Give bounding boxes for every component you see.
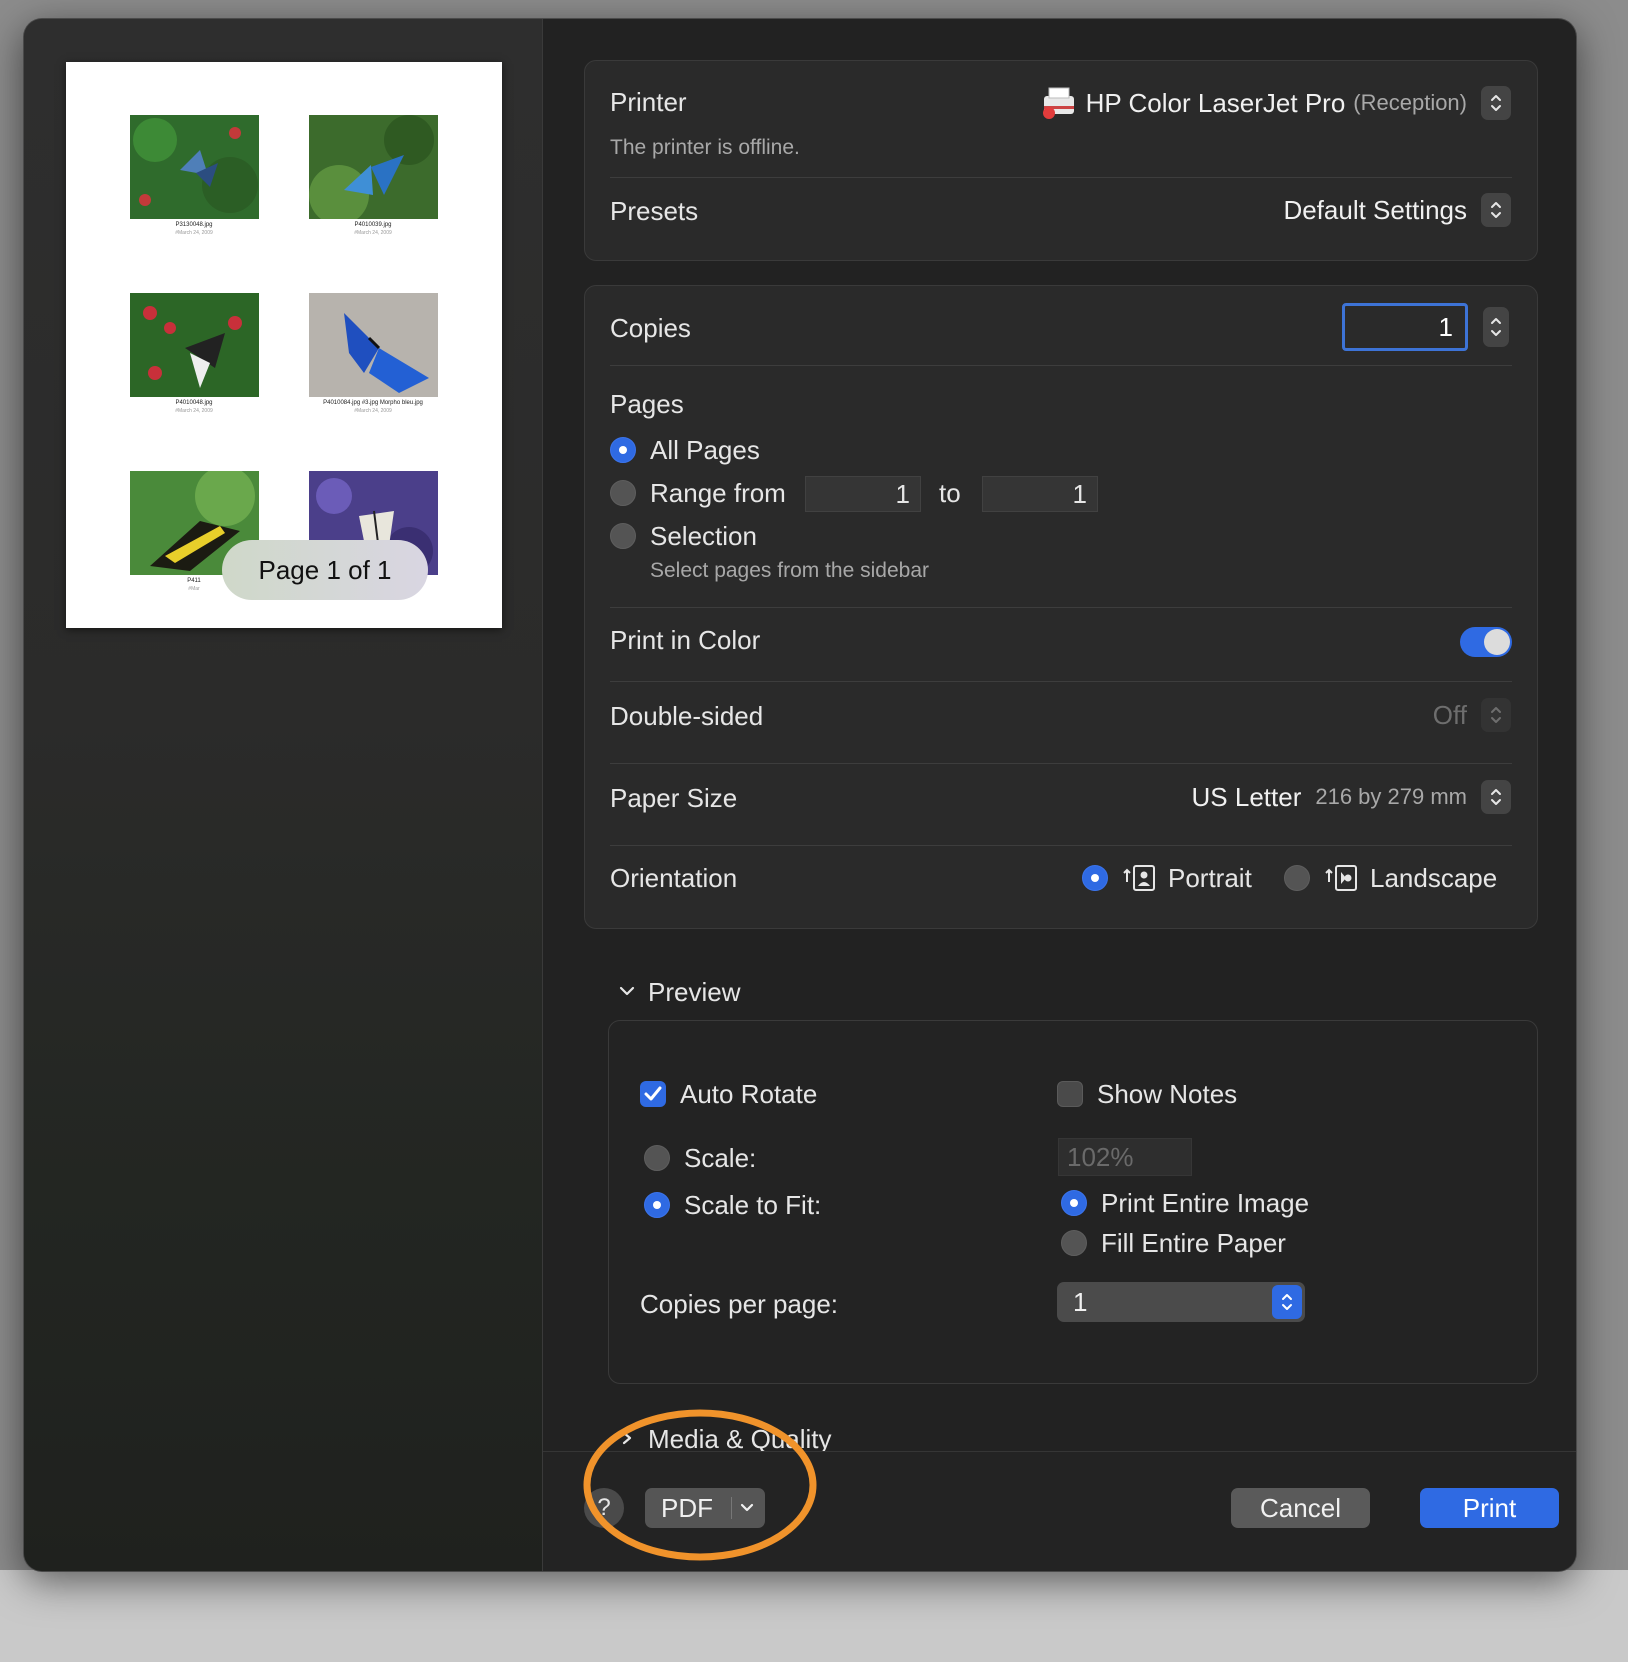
printer-label: Printer <box>610 87 687 117</box>
scale-label: Scale: <box>684 1143 757 1173</box>
range-start-field[interactable]: 1 <box>805 476 921 512</box>
chevron-updown-icon <box>1481 86 1511 120</box>
butterfly-photo-thumbnail <box>309 293 438 397</box>
thumbnail-caption: P3130048.jpg <box>175 222 213 228</box>
selection-radio[interactable] <box>610 523 636 549</box>
print-settings-card: Copies 1 Pages All Pages Range from 1 to… <box>584 285 1538 929</box>
thumbnail-subcaption: #March 24, 2009 <box>354 408 392 414</box>
divider <box>610 607 1512 608</box>
copies-per-page-value: 1 <box>1073 1287 1088 1317</box>
double-sided-selector[interactable]: Off <box>1433 695 1511 735</box>
chevron-updown-icon <box>1491 318 1501 336</box>
range-to-label: to <box>939 478 961 508</box>
cancel-button[interactable]: Cancel <box>1231 1488 1370 1528</box>
double-sided-value: Off <box>1432 699 1467 730</box>
printer-selector[interactable]: HP Color LaserJet Pro (Reception) <box>1041 83 1511 123</box>
copies-per-page-popup[interactable]: 1 <box>1057 1282 1305 1322</box>
presets-label: Presets <box>610 196 699 226</box>
paper-size-label: Paper Size <box>610 783 738 813</box>
thumbnail-subcaption: #March 24, 2009 <box>175 408 213 414</box>
desktop-background <box>0 1570 1628 1662</box>
chevron-updown-icon <box>1272 1285 1302 1319</box>
copies-label: Copies <box>610 313 691 343</box>
printer-icon <box>1042 87 1074 119</box>
double-sided-label: Double-sided <box>610 701 764 731</box>
copies-stepper[interactable] <box>1483 307 1509 347</box>
auto-rotate-checkbox[interactable] <box>640 1081 666 1107</box>
scale-field[interactable]: 102% <box>1058 1138 1192 1176</box>
settings-panel: Printer HP Color LaserJet Pro (Reception… <box>543 19 1576 1571</box>
toggle-knob <box>1484 629 1510 655</box>
print-in-color-label: Print in Color <box>610 625 761 655</box>
preview-section-title[interactable]: Preview <box>648 977 740 1008</box>
print-dialog: P3130048.jpg #March 24, 2009 P4010039.jp… <box>24 19 1576 1571</box>
highlight-circle-annotation <box>583 1409 817 1561</box>
checkmark-icon <box>644 1086 662 1101</box>
printer-card: Printer HP Color LaserJet Pro (Reception… <box>584 60 1538 261</box>
divider <box>610 177 1512 178</box>
divider <box>610 763 1512 764</box>
show-notes-label: Show Notes <box>1097 1079 1238 1109</box>
printer-location: (Reception) <box>1353 90 1467 115</box>
fill-entire-paper-label: Fill Entire Paper <box>1101 1228 1286 1258</box>
scale-to-fit-label: Scale to Fit: <box>684 1190 822 1220</box>
landscape-radio[interactable] <box>1284 865 1310 891</box>
printer-status: The printer is offline. <box>610 136 800 159</box>
presets-value: Default Settings <box>1283 194 1467 225</box>
thumbnail-subcaption: #March 24, 2009 <box>175 230 213 236</box>
print-in-color-toggle[interactable] <box>1460 627 1512 657</box>
paper-size-selector[interactable]: US Letter 216 by 279 mm <box>1192 777 1511 817</box>
preview-sidebar[interactable]: P3130048.jpg #March 24, 2009 P4010039.jp… <box>24 19 543 1571</box>
butterfly-photo-thumbnail <box>130 293 259 397</box>
divider <box>610 845 1512 846</box>
print-button[interactable]: Print <box>1420 1488 1559 1528</box>
range-from-label: Range from <box>650 478 786 508</box>
portrait-radio[interactable] <box>1082 865 1108 891</box>
portrait-orientation-icon <box>1123 865 1155 891</box>
show-notes-checkbox[interactable] <box>1057 1081 1083 1107</box>
chevron-updown-icon <box>1481 698 1511 732</box>
page-thumbnail[interactable]: P3130048.jpg #March 24, 2009 P4010039.jp… <box>66 62 502 628</box>
selection-label: Selection <box>650 521 757 551</box>
portrait-label: Portrait <box>1168 863 1252 893</box>
divider <box>610 365 1512 366</box>
page-indicator: Page 1 of 1 <box>222 540 428 600</box>
scale-to-fit-radio[interactable] <box>644 1192 670 1218</box>
selection-hint: Select pages from the sidebar <box>650 559 929 582</box>
range-from-radio[interactable] <box>610 480 636 506</box>
scale-radio[interactable] <box>644 1145 670 1171</box>
copies-input[interactable]: 1 <box>1342 303 1468 351</box>
chevron-down-icon[interactable] <box>618 984 636 998</box>
presets-selector[interactable]: Default Settings <box>1283 190 1511 230</box>
thumbnail-caption: P4010039.jpg <box>354 222 392 228</box>
chevron-updown-icon <box>1481 780 1511 814</box>
print-entire-image-radio[interactable] <box>1061 1190 1087 1216</box>
paper-size-dimensions: 216 by 279 mm <box>1315 784 1467 809</box>
landscape-label: Landscape <box>1370 863 1498 893</box>
landscape-orientation-icon <box>1325 865 1357 891</box>
range-end-field[interactable]: 1 <box>982 476 1098 512</box>
butterfly-photo-thumbnail <box>130 115 259 219</box>
thumbnail-caption: P4010084.jpg #3.jpg Morpho bleu.jpg <box>323 400 423 406</box>
copies-per-page-label: Copies per page: <box>640 1289 839 1319</box>
paper-size-value: US Letter <box>1191 781 1302 812</box>
divider <box>610 681 1512 682</box>
chevron-updown-icon <box>1481 193 1511 227</box>
print-entire-image-label: Print Entire Image <box>1101 1188 1310 1218</box>
printer-name: HP Color LaserJet Pro <box>1085 87 1346 118</box>
all-pages-label: All Pages <box>650 435 760 465</box>
all-pages-radio[interactable] <box>610 437 636 463</box>
orientation-label: Orientation <box>610 863 738 893</box>
fill-entire-paper-radio[interactable] <box>1061 1230 1087 1256</box>
pages-label: Pages <box>610 389 684 419</box>
auto-rotate-label: Auto Rotate <box>680 1079 818 1109</box>
thumbnail-caption: P4010048.jpg <box>175 400 213 406</box>
thumbnail-subcaption: #March 24, 2009 <box>354 230 392 236</box>
preview-options-card: Auto Rotate Show Notes Scale: 102% Scale… <box>608 1020 1538 1384</box>
butterfly-photo-thumbnail <box>309 115 438 219</box>
